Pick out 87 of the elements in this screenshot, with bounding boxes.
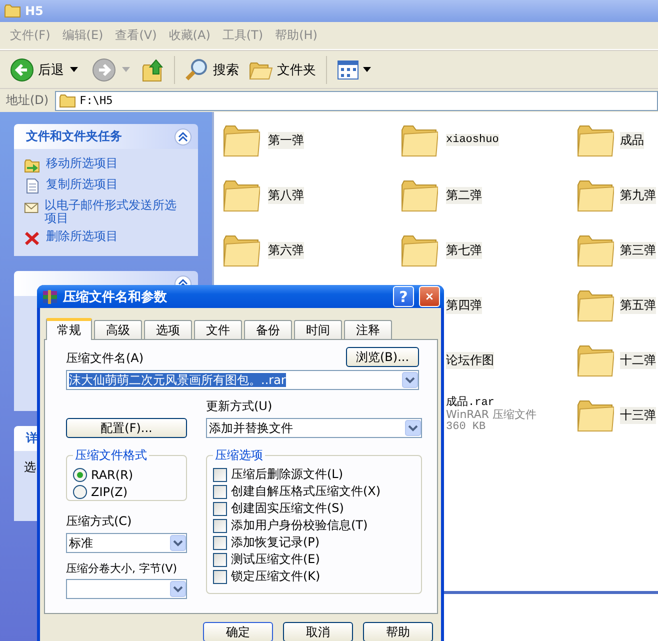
file-name[interactable]: 十二弹 xyxy=(620,352,656,368)
task-link[interactable]: 以电子邮件形式发送所选项目 xyxy=(44,199,188,225)
help-button[interactable]: ? xyxy=(393,286,414,307)
file-name[interactable]: 成品.rar xyxy=(446,397,537,409)
group-title: 压缩文件格式 xyxy=(74,447,148,464)
field-label: 压缩分卷大小, 字节(V) xyxy=(66,561,178,576)
checkbox-option[interactable]: 锁定压缩文件(K) xyxy=(213,568,415,585)
checkbox[interactable] xyxy=(213,552,227,566)
address-label: 地址(D) xyxy=(6,92,49,109)
group-title: 压缩选项 xyxy=(214,447,264,464)
collapse-icon[interactable] xyxy=(174,128,192,146)
dropdown[interactable] xyxy=(66,579,187,599)
tab[interactable]: 常规 xyxy=(46,318,92,340)
checkbox[interactable] xyxy=(213,536,227,550)
folder-icon xyxy=(58,92,76,108)
section-title: 详 xyxy=(26,430,38,447)
task-link[interactable]: 删除所选项目 xyxy=(46,230,118,243)
checkbox[interactable] xyxy=(213,570,227,584)
checkbox[interactable] xyxy=(213,484,227,498)
radio-option[interactable]: ZIP(Z) xyxy=(73,483,180,500)
address-field[interactable]: F:\H5 xyxy=(54,90,658,110)
caret-icon xyxy=(363,66,371,72)
caret-icon[interactable] xyxy=(70,66,78,72)
document-icon xyxy=(24,178,40,194)
profiles-button[interactable]: 配置(F)... xyxy=(66,418,187,438)
dropdown[interactable]: 沫大仙萌萌二次元风景画所有图包。..rar xyxy=(66,370,419,390)
help-button[interactable]: 帮助 xyxy=(363,622,433,641)
file-name[interactable]: 第四弹 xyxy=(446,296,482,314)
field-label: 更新方式(U) xyxy=(206,398,274,415)
delete-icon xyxy=(24,230,40,246)
close-button[interactable] xyxy=(419,286,440,307)
checkbox-option[interactable]: 创建固实压缩文件(S) xyxy=(213,500,415,517)
file-name[interactable]: 第九弹 xyxy=(620,186,656,204)
details-text: 选 xyxy=(24,459,36,476)
file-name[interactable]: 成品 xyxy=(620,132,644,148)
checkbox-option[interactable]: 测试压缩文件(E) xyxy=(213,551,415,568)
file-size: 360 KB xyxy=(446,421,487,433)
file-name[interactable]: 第二弹 xyxy=(446,186,482,204)
checkbox-option[interactable]: 创建自解压格式压缩文件(X) xyxy=(213,483,415,500)
section-title: 文件和文件夹任务 xyxy=(26,128,122,145)
folder-icon xyxy=(4,3,21,19)
file-name[interactable]: 论坛作图 xyxy=(446,352,494,368)
file-name[interactable]: 第七弹 xyxy=(446,242,482,258)
back-button[interactable]: 后退 xyxy=(6,54,68,84)
checkbox-option[interactable]: 添加恢复记录(P) xyxy=(213,534,415,551)
file-name[interactable]: 第五弹 xyxy=(620,296,656,314)
search-button[interactable]: 搜索 xyxy=(181,54,243,84)
tab[interactable]: 注释 xyxy=(344,320,392,339)
file-name[interactable]: 第八弹 xyxy=(268,186,304,204)
file-name[interactable]: 十三弹 xyxy=(620,406,656,424)
radio-button[interactable] xyxy=(73,484,87,498)
file-name[interactable]: 第三弹 xyxy=(620,242,656,258)
checkbox[interactable] xyxy=(213,502,227,516)
dialog-title: 压缩文件名和参数 xyxy=(63,288,168,306)
ok-button[interactable]: 确定 xyxy=(203,622,273,641)
window-title: H5 xyxy=(25,4,44,18)
file-name[interactable]: 第一弹 xyxy=(268,132,304,148)
section-header[interactable]: 文件和文件夹任务 xyxy=(14,124,198,149)
browse-button[interactable]: 浏览(B)... xyxy=(346,347,419,367)
dropdown[interactable]: 标准 xyxy=(66,533,187,553)
task-link[interactable]: 移动所选项目 xyxy=(46,157,118,170)
checkbox[interactable] xyxy=(213,468,227,482)
search-icon xyxy=(185,58,209,82)
radio-button[interactable] xyxy=(73,468,87,482)
file-name[interactable]: xiaoshuo xyxy=(446,134,499,146)
tab[interactable]: 高级 xyxy=(94,320,142,339)
checkbox[interactable] xyxy=(213,518,227,532)
field-label: 压缩文件名(A) xyxy=(66,350,144,367)
books-icon xyxy=(42,288,58,304)
file-type: WinRAR 压缩文件 xyxy=(446,409,537,421)
tab[interactable]: 文件 xyxy=(194,320,242,339)
radio-option[interactable]: RAR(R) xyxy=(73,466,180,483)
checkbox-option[interactable]: 添加用户身份校验信息(T) xyxy=(213,517,415,534)
file-name[interactable]: 第六弹 xyxy=(268,242,304,258)
folder-arrow-icon xyxy=(24,157,40,173)
task-link[interactable]: 复制所选项目 xyxy=(46,178,118,191)
folder-up-icon xyxy=(142,58,164,82)
tab[interactable]: 时间 xyxy=(294,320,342,339)
dropdown[interactable]: 添加并替换文件 xyxy=(206,418,422,438)
tab[interactable]: 备份 xyxy=(244,320,292,339)
field-label: 压缩方式(C) xyxy=(66,513,133,530)
folders-button[interactable]: 文件夹 xyxy=(245,54,320,84)
tab[interactable]: 选项 xyxy=(144,320,192,339)
checkbox-option[interactable]: 压缩后删除源文件(L) xyxy=(213,466,415,483)
cancel-button[interactable]: 取消 xyxy=(283,622,353,641)
close-icon xyxy=(426,291,433,302)
views-icon xyxy=(337,60,359,80)
